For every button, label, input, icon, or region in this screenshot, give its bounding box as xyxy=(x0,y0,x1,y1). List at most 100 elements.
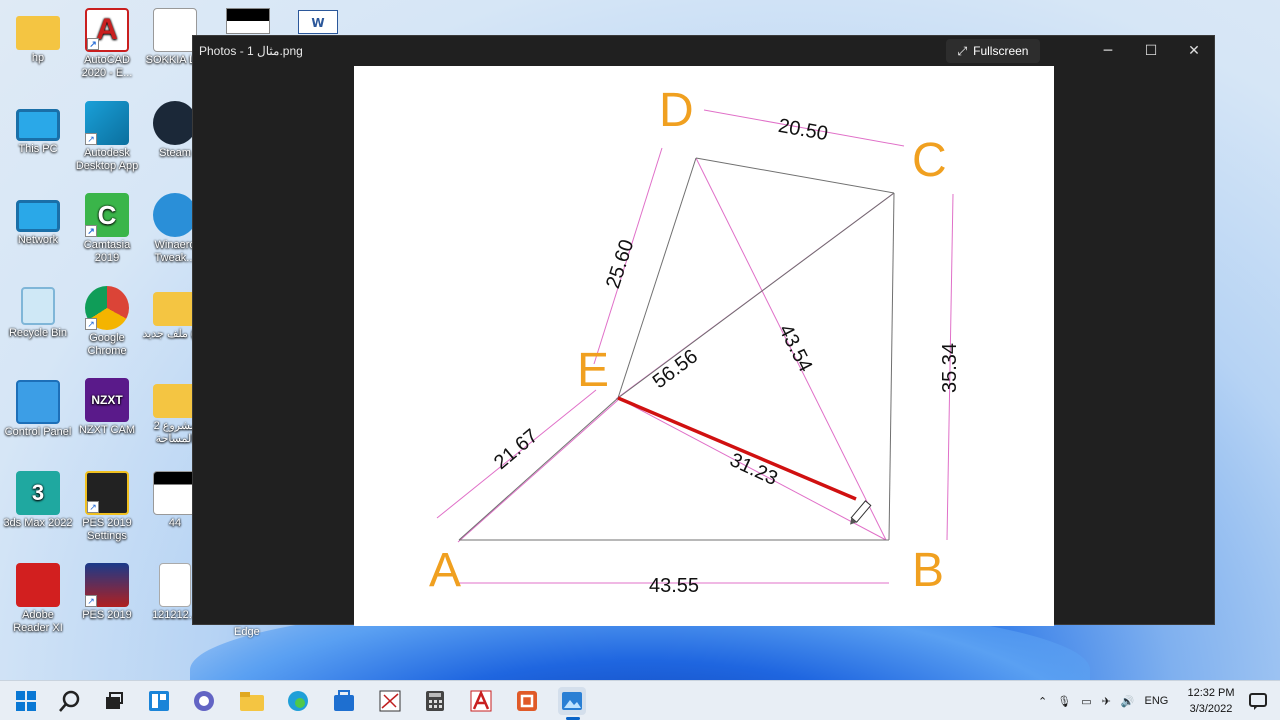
sokkia-taskbar-icon[interactable] xyxy=(376,687,404,715)
pes-settings-icon: ↗ xyxy=(85,471,129,515)
3ds-max-icon: 3 xyxy=(16,471,60,515)
recycle-bin-icon xyxy=(21,287,55,325)
desktop-icon-label: Adobe Reader XI xyxy=(13,609,63,634)
highlight-stroke-eb xyxy=(617,396,857,501)
image-file-icon xyxy=(153,471,197,515)
desktop-icon-3ds-max[interactable]: 3 3ds Max 2022 xyxy=(3,471,73,530)
image-canvas: D C E A B 20.50 25.60 56.56 43.54 35.34 … xyxy=(354,66,1054,626)
search-icon[interactable] xyxy=(56,687,84,715)
calculator-icon[interactable] xyxy=(421,687,449,715)
fullscreen-button[interactable]: ⤢ Fullscreen xyxy=(946,39,1040,63)
measure-ec: 56.56 xyxy=(649,345,702,393)
desktop-icon-autocad[interactable]: A ↗ AutoCAD 2020 - E... xyxy=(72,8,142,80)
desktop-icon-label: Control Panel xyxy=(4,426,72,438)
dim-line-ae-inner xyxy=(457,399,619,543)
desktop-icon-pes-2019[interactable]: ↗ PES 2019 xyxy=(72,563,142,622)
desktop-icon-label: Winaero Tweak... xyxy=(154,239,196,264)
point-label-a: A xyxy=(429,544,461,597)
wifi-icon[interactable]: ✈ xyxy=(1102,695,1111,708)
taskbar-clock[interactable]: 12:32 PM 3/3/2022 xyxy=(1182,685,1240,717)
measure-ab: 43.55 xyxy=(649,575,699,597)
teams-chat-icon[interactable] xyxy=(190,687,218,715)
desktop-icon-nzxt-cam[interactable]: NZXT NZXT CAM xyxy=(72,378,142,437)
camtasia-taskbar-icon[interactable] xyxy=(513,687,541,715)
traverse-diagram: D C E A B 20.50 25.60 56.56 43.54 35.34 … xyxy=(429,84,961,597)
store-icon[interactable] xyxy=(330,687,358,715)
expand-icon: ⤢ xyxy=(957,43,968,58)
pen-cursor-icon xyxy=(850,500,872,525)
desktop-icon-network[interactable]: Network xyxy=(3,194,73,247)
desktop-icon-pes-settings[interactable]: ↗ PES 2019 Settings xyxy=(72,471,142,543)
measure-dc: 20.50 xyxy=(776,115,829,145)
monitor-icon xyxy=(16,109,60,141)
autocad-icon: A ↗ xyxy=(85,8,129,52)
task-view-icon[interactable] xyxy=(100,687,128,715)
point-label-c: C xyxy=(912,134,947,187)
autodesk-icon: ↗ xyxy=(85,101,129,145)
desktop-icon-hp[interactable]: hp xyxy=(3,10,73,65)
desktop-icon-label: NZXT CAM xyxy=(78,424,136,436)
desktop-icon-label: 3ds Max 2022 xyxy=(3,517,73,529)
chevron-up-icon[interactable]: ⌃ xyxy=(1038,695,1047,708)
desktop-icon-camtasia[interactable]: C ↗ Camtasia 2019 xyxy=(72,193,142,265)
taskbar: ⌃ 🎙 ▭ ✈ 🔊 ENG 12:32 PM 3/3/2022 xyxy=(0,680,1280,720)
measure-cb: 35.34 xyxy=(939,343,961,393)
photos-taskbar-icon[interactable] xyxy=(558,687,586,715)
notification-icon[interactable] xyxy=(1244,687,1272,715)
edge-cb xyxy=(888,192,895,541)
desktop-icon-edge-label: Edge xyxy=(234,626,260,638)
point-label-d: D xyxy=(659,84,694,137)
point-label-b: B xyxy=(912,544,944,597)
file-explorer-icon[interactable] xyxy=(238,687,266,715)
clock-time: 12:32 PM xyxy=(1187,687,1235,699)
desktop-icon-label: 44 xyxy=(168,517,182,529)
desktop-icon-recycle-bin[interactable]: Recycle Bin xyxy=(3,287,73,340)
folder-icon xyxy=(153,292,197,326)
desktop-icon-label: This PC xyxy=(18,143,58,155)
clock-date: 3/3/2022 xyxy=(1189,703,1233,715)
window-title: Photos - 1 مثال.png xyxy=(199,44,303,58)
microphone-icon[interactable]: 🎙 xyxy=(1057,695,1071,708)
word-doc-icon[interactable]: W xyxy=(298,10,338,34)
desktop-icon-this-pc[interactable]: This PC xyxy=(3,103,73,156)
widgets-icon[interactable] xyxy=(145,687,173,715)
start-windows-icon[interactable] xyxy=(12,687,40,715)
maximize-button[interactable]: ☐ xyxy=(1131,38,1171,64)
volume-icon[interactable]: 🔊 xyxy=(1121,695,1135,708)
adobe-reader-icon xyxy=(16,563,60,607)
close-button[interactable]: ✕ xyxy=(1174,38,1214,64)
photos-window: Photos - 1 مثال.png ⤢ Fullscreen ─ ☐ ✕ D… xyxy=(192,35,1215,626)
camtasia-icon: C ↗ xyxy=(85,193,129,237)
chrome-icon: ↗ xyxy=(85,286,129,330)
folder-icon xyxy=(16,16,60,50)
desktop-icon-autodesk-desktop-app[interactable]: ↗ Autodesk Desktop App xyxy=(72,101,142,173)
desktop-icon-adobe-reader[interactable]: Adobe Reader XI xyxy=(3,563,73,635)
desktop-icon-control-panel[interactable]: Control Panel xyxy=(3,380,73,439)
control-panel-icon xyxy=(16,380,60,424)
edge-browser-icon[interactable] xyxy=(284,687,312,715)
network-icon xyxy=(16,200,60,232)
pes-icon: ↗ xyxy=(85,563,129,607)
autocad-taskbar-icon[interactable] xyxy=(467,687,495,715)
desktop-icon-label: PES 2019 Settings xyxy=(82,517,132,542)
desktop-icon-google-chrome[interactable]: ↗ Google Chrome xyxy=(72,286,142,358)
edge-ae xyxy=(458,397,619,541)
nzxt-icon: NZXT xyxy=(85,378,129,422)
desktop-icon-label: Steam xyxy=(159,147,191,159)
desktop-icon-label: AutoCAD 2020 - E... xyxy=(81,54,133,79)
window-titlebar[interactable]: Photos - 1 مثال.png ⤢ Fullscreen ─ ☐ ✕ xyxy=(193,36,1214,66)
measure-db: 43.54 xyxy=(774,321,816,376)
measure-de: 25.60 xyxy=(602,237,638,291)
desktop-icon-label: Google Chrome xyxy=(87,332,127,357)
file-icon xyxy=(159,563,191,607)
desktop-icon-label: hp xyxy=(31,52,45,64)
battery-icon[interactable]: ▭ xyxy=(1081,695,1091,708)
system-tray: ⌃ 🎙 ▭ ✈ 🔊 ENG xyxy=(1038,681,1168,720)
desktop-icon-label: PES 2019 xyxy=(82,609,132,621)
desktop-icon-black-image[interactable] xyxy=(226,8,270,34)
edge-dc xyxy=(695,157,895,194)
desktop-icon-label: Recycle Bin xyxy=(8,327,68,339)
language-indicator[interactable]: ENG xyxy=(1145,695,1169,707)
desktop-icon-label: Autodesk Desktop App xyxy=(75,147,139,172)
minimize-button[interactable]: ─ xyxy=(1088,38,1128,64)
